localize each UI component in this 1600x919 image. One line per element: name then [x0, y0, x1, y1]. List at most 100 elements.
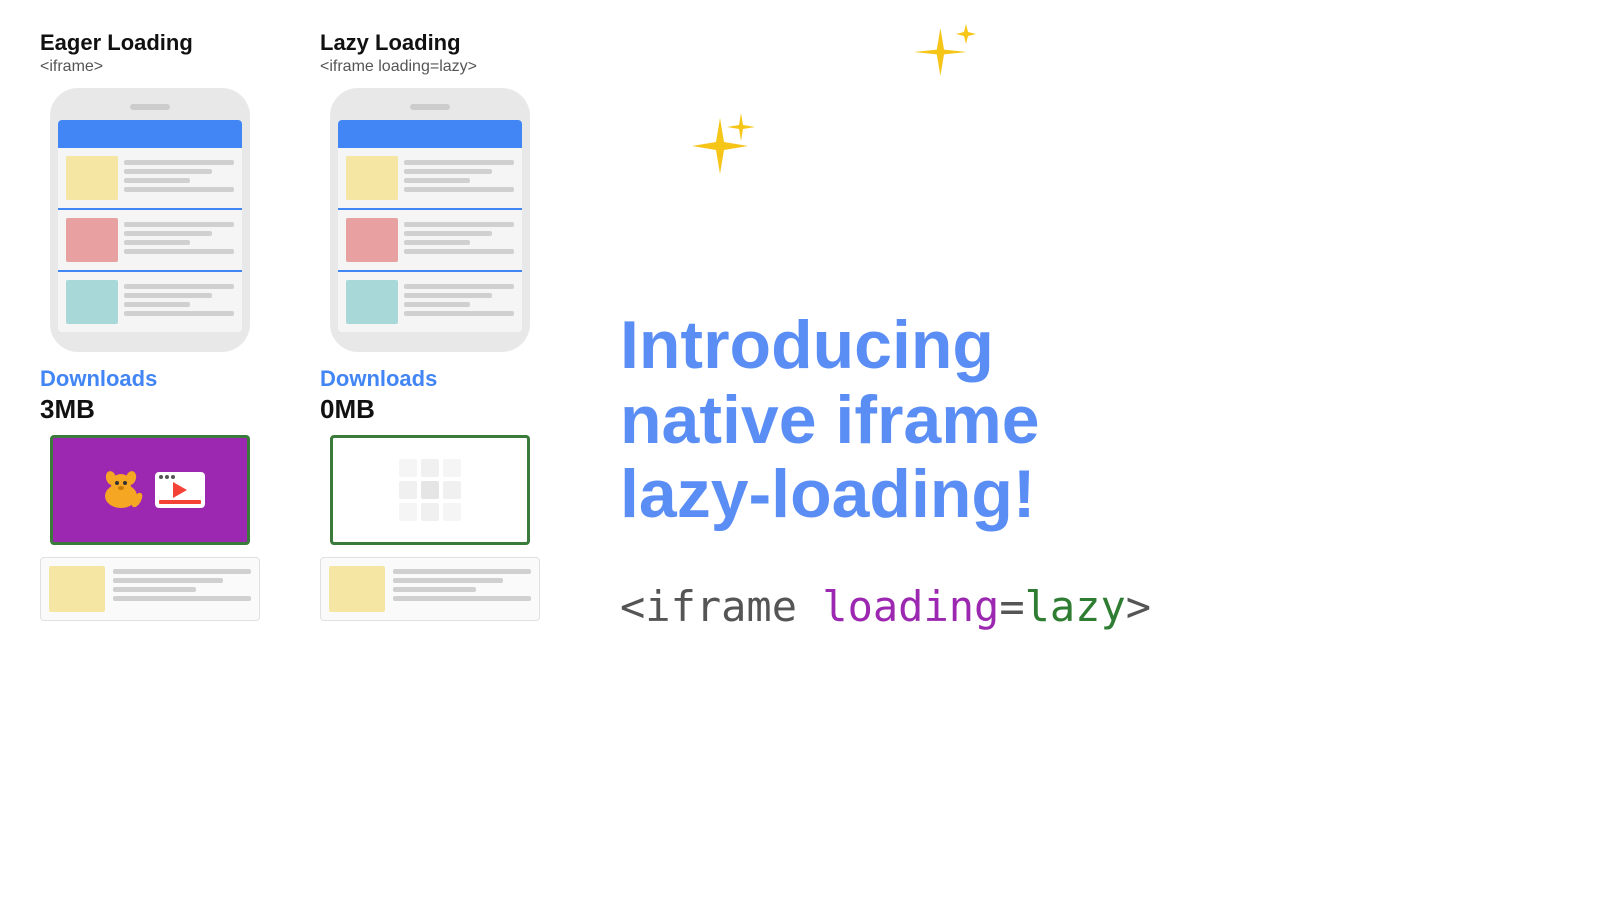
phone-section-2 [58, 210, 242, 272]
spinner-cell [421, 459, 439, 477]
code-snippet: <iframe loading=lazy> [620, 582, 1560, 631]
line [124, 169, 212, 174]
line [404, 169, 492, 174]
eager-content-card [40, 557, 260, 621]
eager-phone [50, 88, 250, 352]
line [404, 284, 514, 289]
headline-line3: lazy-loading! [620, 456, 1036, 532]
phone-section-3 [58, 272, 242, 332]
video-icon-box [155, 472, 205, 508]
lazy-title: Lazy Loading [320, 30, 540, 56]
sparkle-icon [680, 108, 760, 188]
lazy-loading-column: Lazy Loading <iframe loading=lazy> [320, 30, 540, 889]
lazy-section-lines-3 [404, 280, 514, 316]
line [393, 578, 503, 583]
code-loading-attr: loading [822, 582, 999, 631]
line [404, 187, 514, 192]
line [124, 293, 212, 298]
spinner-cell [443, 481, 461, 499]
section-image-3 [66, 280, 118, 324]
headline: Introducing native iframe lazy-loading! [620, 308, 1560, 532]
lazy-section-image-2 [346, 218, 398, 262]
line [393, 569, 531, 574]
line [113, 578, 223, 583]
section-image-2 [66, 218, 118, 262]
line [113, 569, 251, 574]
line [124, 284, 234, 289]
spinner-cell [399, 503, 417, 521]
eager-loading-column: Eager Loading <iframe> [40, 30, 260, 889]
eager-below-phone [40, 557, 260, 621]
line [393, 587, 476, 592]
line [124, 160, 234, 165]
phone-header-bar [58, 120, 242, 148]
lazy-section-image-3 [346, 280, 398, 324]
lazy-iframe-preview [330, 435, 530, 545]
lazy-phone-section-1 [338, 148, 522, 210]
lazy-header: Lazy Loading <iframe loading=lazy> [320, 30, 540, 76]
line [113, 596, 251, 601]
lazy-phone-screen [338, 120, 522, 332]
line [124, 240, 190, 245]
lazy-card-image [329, 566, 385, 612]
code-close-bracket: > [1126, 582, 1151, 631]
dot [165, 475, 169, 479]
lazy-phone-section-2 [338, 210, 522, 272]
dot [159, 475, 163, 479]
line [404, 231, 492, 236]
left-section: Eager Loading <iframe> [40, 30, 540, 889]
line [393, 596, 531, 601]
video-bar [159, 500, 201, 504]
section-lines-1 [124, 156, 234, 192]
line [124, 222, 234, 227]
line [404, 222, 514, 227]
eager-iframe-preview [50, 435, 250, 545]
line [124, 187, 234, 192]
dog-icon [95, 464, 147, 516]
lazy-downloads-size: 0MB [320, 394, 540, 425]
lazy-card-lines [393, 566, 531, 601]
phone-speaker [130, 104, 170, 110]
lazy-downloads: Downloads 0MB [320, 366, 540, 425]
play-button-icon [173, 482, 187, 498]
section-image-1 [66, 156, 118, 200]
section-lines-2 [124, 218, 234, 254]
spinner-cell [421, 481, 439, 499]
phone-header-bar-lazy [338, 120, 522, 148]
sparkle-abs [910, 20, 990, 105]
phone-content [58, 148, 242, 332]
eager-downloads-label: Downloads [40, 366, 260, 392]
main-container: Eager Loading <iframe> [0, 0, 1600, 919]
spinner-cell [443, 503, 461, 521]
spinner-cell [399, 459, 417, 477]
line [113, 587, 196, 592]
line [124, 178, 190, 183]
line [124, 249, 234, 254]
phone-content-lazy [338, 148, 522, 332]
eager-downloads-size: 3MB [40, 394, 260, 425]
phone-speaker-lazy [410, 104, 450, 110]
line [404, 302, 470, 307]
code-iframe-part: <iframe [620, 582, 822, 631]
lazy-section-image-1 [346, 156, 398, 200]
right-section: Introducing native iframe lazy-loading! … [580, 30, 1560, 889]
lazy-phone [330, 88, 530, 352]
lazy-downloads-label: Downloads [320, 366, 540, 392]
loading-spinner [399, 459, 461, 521]
line [404, 178, 470, 183]
eager-downloads: Downloads 3MB [40, 366, 260, 425]
headline-line2: native iframe [620, 382, 1040, 458]
spinner-cell [399, 481, 417, 499]
line [404, 293, 492, 298]
video-dots [159, 475, 175, 479]
lazy-section-lines-2 [404, 218, 514, 254]
card-lines [113, 566, 251, 601]
eager-phone-screen [58, 120, 242, 332]
lazy-below-phone [320, 557, 540, 621]
line [404, 240, 470, 245]
line [404, 160, 514, 165]
lazy-phone-section-3 [338, 272, 522, 332]
section-lines-3 [124, 280, 234, 316]
spinner-cell [421, 503, 439, 521]
phone-section-1 [58, 148, 242, 210]
